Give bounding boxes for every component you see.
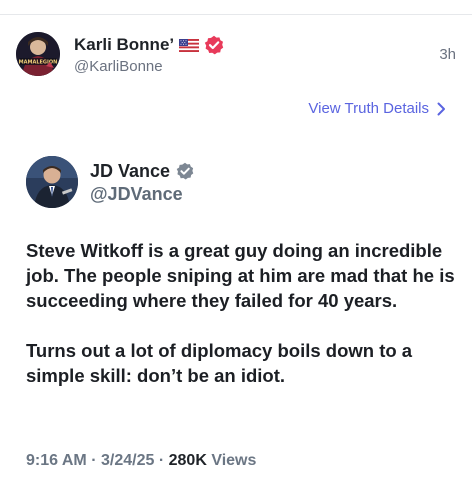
views-label: Views xyxy=(211,452,257,469)
post-paragraph: Steve Witkoff is a great guy doing an in… xyxy=(26,240,455,311)
embedded-author-handle[interactable]: @JDVance xyxy=(90,184,194,205)
avatar[interactable]: MAMALEGION xyxy=(16,32,60,76)
author-name[interactable]: Karli Bonne’ xyxy=(74,35,174,55)
post-meta: 9:16 AM · 3/24/25 · 280K Views xyxy=(26,452,256,470)
views-count: 280K xyxy=(168,452,207,469)
view-truth-details-link[interactable]: View Truth Details xyxy=(308,100,446,117)
us-flag-icon xyxy=(179,38,200,52)
top-divider xyxy=(0,14,472,15)
embedded-avatar-image xyxy=(26,156,78,208)
embedded-author-name[interactable]: JD Vance xyxy=(90,161,170,182)
embedded-post-body: Steve Witkoff is a great guy doing an in… xyxy=(26,238,456,413)
post-time-of-day: 9:16 AM xyxy=(26,452,87,469)
embedded-avatar[interactable] xyxy=(26,156,78,208)
embedded-post-header: JD Vance @JDVance xyxy=(26,154,446,210)
view-truth-details-label: View Truth Details xyxy=(308,100,429,117)
post-date: 3/24/25 xyxy=(101,452,155,469)
post-paragraph: Turns out a lot of diplomacy boils down … xyxy=(26,340,413,386)
outer-post-header: MAMALEGION Karli Bonne’ @KarliBonne 3h xyxy=(16,32,456,78)
avatar-image: MAMALEGION xyxy=(16,32,60,76)
meta-separator: · xyxy=(91,452,97,469)
verified-badge-icon xyxy=(176,162,194,180)
post-time: 3h xyxy=(439,46,456,63)
verified-badge-icon xyxy=(204,35,224,55)
chevron-right-icon xyxy=(437,102,445,115)
meta-separator: · xyxy=(158,452,165,469)
author-handle[interactable]: @KarliBonne xyxy=(74,58,224,75)
